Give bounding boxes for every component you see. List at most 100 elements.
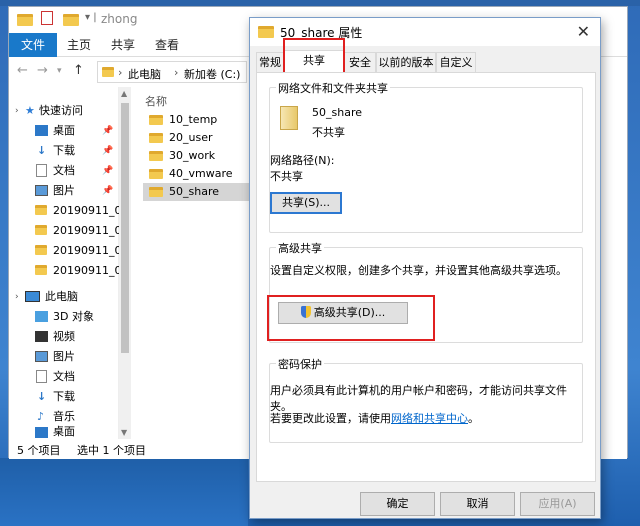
recent-chevron-icon[interactable]: ▾ [57,66,62,76]
scroll-thumb[interactable] [121,103,129,353]
nav-label: 下载 [53,144,75,157]
desktop-background [0,458,248,526]
network-path-value: 不共享 [270,170,303,183]
breadcrumb-drive-c[interactable]: 新加卷 (C:) [184,66,240,82]
nav-this-pc[interactable]: › 此电脑 [9,287,117,307]
nav-item-3d-objects[interactable]: 3D 对象 [9,307,117,327]
tab-general[interactable]: 常规 [256,52,284,72]
nav-item-pictures-pc[interactable]: 图片 [9,347,117,367]
nav-item-recent-folder[interactable]: 20190911_06 [9,241,129,261]
nav-label: 文档 [53,370,75,383]
tab-previous-versions[interactable]: 以前的版本 [376,52,436,72]
new-folder-icon[interactable] [63,14,79,26]
tab-file[interactable]: 文件 [9,33,57,57]
pin-icon: 📌 [102,186,114,196]
tab-view[interactable]: 查看 [145,33,189,57]
nav-label: 20190911_05 [53,224,129,237]
nav-item-documents[interactable]: 文档 📌 [9,161,117,181]
nav-label: 桌面 [53,124,75,137]
nav-label: 20190911_07 [53,264,129,277]
apply-button[interactable]: 应用(A) [520,492,595,516]
nav-label: 音乐 [53,410,75,423]
nav-item-documents-pc[interactable]: 文档 [9,367,117,387]
tab-customize[interactable]: 自定义 [436,52,476,72]
network-sharing-center-link[interactable]: 网络和共享中心 [391,412,468,425]
ok-button[interactable]: 确定 [360,492,435,516]
tab-security[interactable]: 安全 [344,52,376,72]
password-protection-group: 密码保护 用户必须具有此计算机的用户帐户和密码，才能访问共享文件夹。 若要更改此… [269,356,583,443]
folder-icon [258,26,274,38]
address-folder-icon [102,67,114,77]
nav-item-recent-folder[interactable]: 20190911_05 [9,221,129,241]
folder-icon [17,14,33,26]
nav-item-pictures[interactable]: 图片 📌 [9,181,117,201]
pin-icon: 📌 [102,126,114,136]
window-title: zhong [101,12,138,26]
desktop-icon [35,125,48,136]
scroll-up-icon[interactable]: ▲ [121,89,127,98]
share-button[interactable]: 共享(S)... [270,192,342,214]
folder-icon [35,265,47,275]
scroll-down-icon[interactable]: ▼ [121,428,127,437]
folder-icon [35,245,47,255]
file-name: 10_temp [169,113,218,126]
download-arrow-icon: ↓ [37,390,47,403]
highlight-box-advanced-sharing [267,295,435,341]
computer-icon [25,291,40,302]
nav-item-downloads[interactable]: ↓ 下载 📌 [9,141,117,161]
nav-item-recent-folder[interactable]: 20190911_04 [9,201,129,221]
nav-label: 20190911_04 [53,204,129,217]
nav-item-videos[interactable]: 视频 [9,327,117,347]
change-setting-text: 若要更改此设置，请使用网络和共享中心。 [270,410,479,426]
nav-item-downloads-pc[interactable]: ↓ 下载 [9,387,117,407]
file-name: 40_vmware [169,167,233,180]
nav-label: 20190911_06 [53,244,129,257]
properties-icon[interactable] [41,11,53,25]
picture-icon [35,351,48,362]
cube-icon [35,311,48,322]
sharing-tab-panel: 网络文件和文件夹共享 50_share 不共享 网络路径(N): 不共享 共享(… [256,72,596,482]
nav-label: 图片 [53,350,75,363]
pin-icon: 📌 [102,166,114,176]
folder-share-state: 不共享 [312,126,345,139]
nav-label: 此电脑 [45,290,78,303]
change-setting-prefix: 若要更改此设置，请使用 [270,412,391,425]
quick-access-dropdown-icon[interactable]: ▾ | [85,12,97,23]
forward-arrow-icon[interactable]: → [37,63,48,78]
nav-label: 桌面 [53,425,75,438]
breadcrumb-this-pc[interactable]: 此电脑 [128,66,161,82]
music-note-icon: ♪ [37,410,45,423]
navigation-pane: › ★ 快速访问 桌面 📌 ↓ 下载 📌 文档 📌 图片 📌 20190911_… [9,87,129,439]
file-name: 50_share [169,185,219,198]
address-box[interactable]: › 此电脑 › 新加卷 (C:) [97,61,247,83]
nav-item-music[interactable]: ♪ 音乐 [9,407,117,427]
nav-quick-access[interactable]: › ★ 快速访问 [9,101,117,121]
folder-icon [35,225,47,235]
shared-folder-icon [280,106,298,130]
network-sharing-group: 网络文件和文件夹共享 50_share 不共享 网络路径(N): 不共享 共享(… [269,80,583,233]
close-icon[interactable]: ✕ [577,22,590,41]
cancel-button[interactable]: 取消 [440,492,515,516]
expand-chevron-icon[interactable]: › [15,101,19,121]
tab-home[interactable]: 主页 [57,33,101,57]
file-name: 30_work [169,149,216,162]
tab-share[interactable]: 共享 [101,33,145,57]
nav-scrollbar[interactable]: ▲ ▼ [119,87,131,439]
expand-chevron-icon[interactable]: › [15,287,19,307]
desktop-icon [35,427,48,438]
nav-label: 快速访问 [39,104,83,117]
nav-item-desktop-pc[interactable]: 桌面 [9,425,117,439]
nav-label: 文档 [53,164,75,177]
network-path-label: 网络路径(N): [270,154,335,167]
advanced-sharing-description: 设置自定义权限，创建多个共享，并设置其他高级共享选项。 [270,264,567,277]
nav-label: 图片 [53,184,75,197]
pin-icon: 📌 [102,146,114,156]
back-arrow-icon[interactable]: ← [17,63,28,78]
up-arrow-icon[interactable]: ↑ [73,63,84,78]
nav-item-desktop[interactable]: 桌面 📌 [9,121,117,141]
folder-icon [149,187,163,197]
group-title: 密码保护 [276,356,324,372]
nav-item-recent-folder[interactable]: 20190911_07 [9,261,129,281]
column-header-name[interactable]: 名称 [145,93,167,109]
picture-icon [35,185,48,196]
